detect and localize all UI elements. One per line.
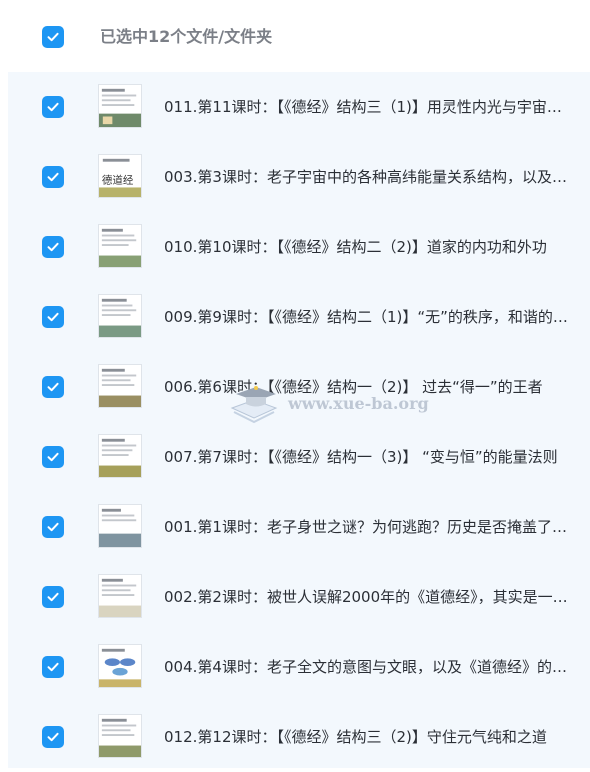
file-name[interactable]: 006.第6课时：【《德经》结构一（2)】 过去“得一”的王者	[164, 375, 574, 399]
file-row[interactable]: 004.第4课时：老子全文的意图与文眼，以及《道德经》的结构	[8, 632, 590, 702]
check-icon	[47, 382, 59, 392]
file-row[interactable]: 007.第7课时：【《德经》结构一（3)】 “变与恒”的能量法则	[8, 422, 590, 492]
file-row[interactable]: 012.第12课时：【《德经》结构三（2)】守住元气纯和之道	[8, 702, 590, 772]
check-icon	[47, 732, 59, 742]
file-name[interactable]: 007.第7课时：【《德经》结构一（3)】 “变与恒”的能量法则	[164, 445, 574, 469]
file-row[interactable]: 009.第9课时：【《德经》结构二（1)】“无”的秩序，和谐的秩序	[8, 282, 590, 352]
video-thumbnail-icon	[98, 504, 142, 548]
file-checkbox[interactable]	[42, 656, 64, 678]
video-thumbnail-icon	[98, 84, 142, 128]
selection-header: 已选中12个文件/文件夹	[0, 0, 590, 72]
file-row[interactable]: 011.第11课时：【《德经》结构三（1)】用灵性内光与宇宙高维能量对接	[8, 72, 590, 142]
file-name[interactable]: 010.第10课时：【《德经》结构二（2)】道家的内功和外功	[164, 235, 574, 259]
file-name[interactable]: 009.第9课时：【《德经》结构二（1)】“无”的秩序，和谐的秩序	[164, 305, 574, 329]
check-icon	[47, 172, 59, 182]
video-thumbnail-icon	[98, 364, 142, 408]
file-checkbox[interactable]	[42, 166, 64, 188]
file-checkbox[interactable]	[42, 586, 64, 608]
file-row[interactable]: 002.第2课时：被世人误解2000年的《道德经》，其实是一本修行书	[8, 562, 590, 632]
video-thumbnail-icon	[98, 294, 142, 338]
file-checkbox[interactable]	[42, 236, 64, 258]
video-thumbnail-icon	[98, 714, 142, 758]
file-row[interactable]: 德道经 003.第3课时：老子宇宙中的各种高纬能量关系结构，以及宇宙的生成	[8, 142, 590, 212]
video-thumbnail-icon	[98, 224, 142, 268]
check-icon	[47, 32, 59, 42]
file-name[interactable]: 004.第4课时：老子全文的意图与文眼，以及《道德经》的结构	[164, 655, 574, 679]
check-icon	[47, 452, 59, 462]
file-row[interactable]: 001.第1课时：老子身世之谜？为何逃跑？历史是否掩盖了真相	[8, 492, 590, 562]
file-name[interactable]: 011.第11课时：【《德经》结构三（1)】用灵性内光与宇宙高维能量对接	[164, 95, 574, 119]
file-name[interactable]: 003.第3课时：老子宇宙中的各种高纬能量关系结构，以及宇宙的生成	[164, 165, 574, 189]
video-thumbnail-icon: 德道经	[98, 154, 142, 198]
file-checkbox[interactable]	[42, 726, 64, 748]
file-row[interactable]: 006.第6课时：【《德经》结构一（2)】 过去“得一”的王者	[8, 352, 590, 422]
file-name[interactable]: 001.第1课时：老子身世之谜？为何逃跑？历史是否掩盖了真相	[164, 515, 574, 539]
video-thumbnail-icon	[98, 434, 142, 478]
file-row[interactable]: 010.第10课时：【《德经》结构二（2)】道家的内功和外功	[8, 212, 590, 282]
check-icon	[47, 102, 59, 112]
selection-count-label: 已选中12个文件/文件夹	[100, 27, 273, 46]
file-list: 011.第11课时：【《德经》结构三（1)】用灵性内光与宇宙高维能量对接德道经 0…	[8, 72, 590, 768]
file-checkbox[interactable]	[42, 306, 64, 328]
check-icon	[47, 522, 59, 532]
file-checkbox[interactable]	[42, 376, 64, 398]
check-icon	[47, 242, 59, 252]
check-icon	[47, 592, 59, 602]
select-all-checkbox[interactable]	[42, 26, 64, 48]
file-name[interactable]: 012.第12课时：【《德经》结构三（2)】守住元气纯和之道	[164, 725, 574, 749]
file-checkbox[interactable]	[42, 516, 64, 538]
check-icon	[47, 312, 59, 322]
video-thumbnail-icon	[98, 574, 142, 618]
check-icon	[47, 662, 59, 672]
file-checkbox[interactable]	[42, 446, 64, 468]
file-name[interactable]: 002.第2课时：被世人误解2000年的《道德经》，其实是一本修行书	[164, 585, 574, 609]
svg-text:德道经: 德道经	[102, 174, 134, 187]
file-checkbox[interactable]	[42, 96, 64, 118]
video-thumbnail-icon	[98, 644, 142, 688]
